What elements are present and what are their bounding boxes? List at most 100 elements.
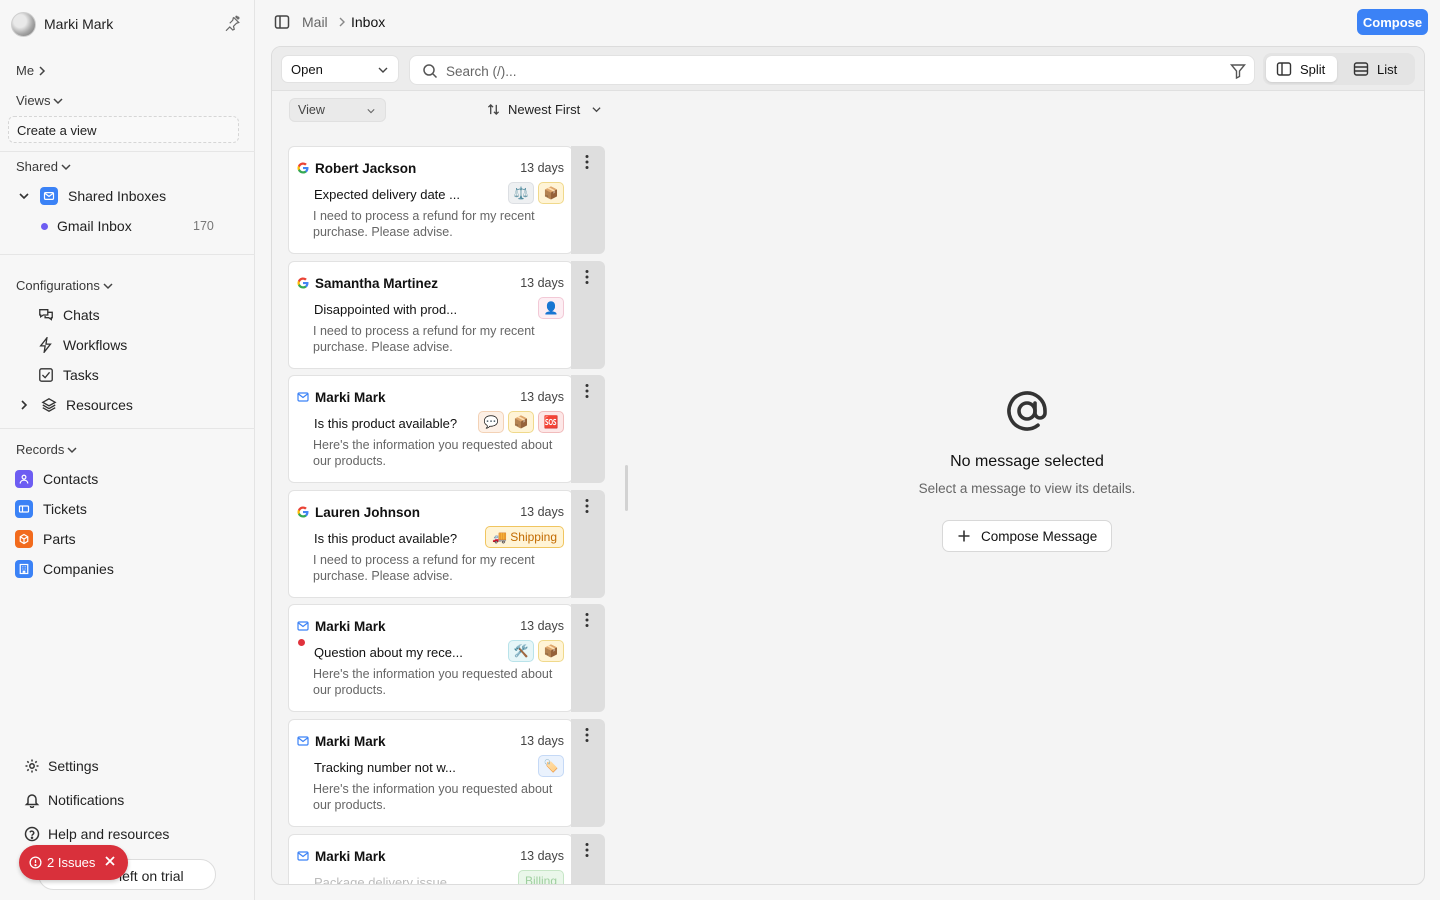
mail-icon — [297, 392, 309, 402]
sos-icon[interactable]: 🆘 — [538, 411, 564, 433]
compose-message-button[interactable]: Compose Message — [942, 520, 1112, 552]
sidebar-item-contacts[interactable]: Contacts — [15, 470, 98, 488]
shared-section[interactable]: Shared — [16, 159, 71, 174]
message-preview: Here's the information you requested abo… — [313, 782, 553, 812]
sidebar-item-gmail-inbox[interactable]: Gmail Inbox 170 — [41, 218, 221, 234]
configurations-section[interactable]: Configurations — [16, 278, 113, 293]
sidebar-item-chats[interactable]: Chats — [37, 306, 100, 324]
message-age: 13 days — [520, 734, 564, 748]
message-card-body[interactable]: Samantha Martinez 13 days Disappointed w… — [288, 261, 573, 369]
chevron-down-icon — [367, 109, 375, 114]
message-card-body[interactable]: Marki Mark 13 days Is this product avail… — [288, 375, 573, 483]
more-vertical-icon[interactable] — [584, 154, 590, 170]
filter-icon[interactable] — [1230, 63, 1246, 79]
records-label: Records — [16, 442, 65, 457]
bell-icon — [24, 794, 40, 808]
split-resize-handle[interactable] — [625, 465, 628, 511]
settings-button[interactable]: Settings — [24, 758, 99, 774]
status-select-value: Open — [291, 62, 323, 77]
message-tags: ⚖️ 📦 — [508, 182, 564, 204]
me-section[interactable]: Me — [16, 63, 47, 78]
more-vertical-icon[interactable] — [584, 842, 590, 858]
message-subject: Tracking number not w... — [314, 760, 456, 775]
message-card[interactable]: Marki Mark 13 days Package delivery issu… — [288, 834, 606, 884]
sort-control[interactable]: Newest First — [487, 102, 601, 117]
shipping-tag[interactable]: 🚚 Shipping — [485, 526, 564, 548]
package-icon[interactable]: 📦 — [508, 411, 534, 433]
speech-bubble-icon[interactable]: 💬 — [478, 411, 504, 433]
message-card-body[interactable]: Marki Mark 13 days Tracking number not w… — [288, 719, 573, 827]
list-view-button[interactable]: List — [1343, 56, 1411, 82]
label-tag-icon[interactable]: 🏷️ — [538, 755, 564, 777]
message-card-body[interactable]: Lauren Johnson 13 days Is this product a… — [288, 490, 573, 598]
more-vertical-icon[interactable] — [584, 612, 590, 628]
compose-message-label: Compose Message — [981, 528, 1098, 544]
tools-icon[interactable]: 🛠️ — [508, 640, 534, 662]
message-subject: Expected delivery date ... — [314, 187, 460, 202]
message-age: 13 days — [520, 161, 564, 175]
message-age: 13 days — [520, 505, 564, 519]
help-label: Help and resources — [48, 826, 170, 842]
sidebar-item-workflows[interactable]: Workflows — [37, 336, 127, 354]
person-tag-icon[interactable]: 👤 — [538, 297, 564, 319]
message-card[interactable]: Samantha Martinez 13 days Disappointed w… — [288, 261, 606, 369]
status-select[interactable]: Open — [281, 55, 399, 83]
more-vertical-icon[interactable] — [584, 498, 590, 514]
sidebar-item-companies[interactable]: Companies — [15, 560, 114, 578]
sidebar-item-label: Tickets — [43, 501, 87, 517]
message-card-body[interactable]: Marki Mark 13 days Package delivery issu… — [288, 834, 573, 884]
more-vertical-icon[interactable] — [584, 383, 590, 399]
views-section[interactable]: Views — [16, 93, 63, 108]
at-sign-icon — [1007, 391, 1047, 431]
message-card[interactable]: Lauren Johnson 13 days Is this product a… — [288, 490, 606, 598]
more-vertical-icon[interactable] — [584, 269, 590, 285]
message-age: 13 days — [520, 276, 564, 290]
close-icon[interactable] — [104, 855, 116, 867]
empty-state-subtitle: Select a message to view its details. — [918, 481, 1136, 496]
scale-icon[interactable]: ⚖️ — [508, 182, 534, 204]
ticket-icon — [15, 500, 33, 518]
view-select[interactable]: View — [289, 98, 386, 122]
sidebar-item-tickets[interactable]: Tickets — [15, 500, 87, 518]
message-card[interactable]: Marki Mark 13 days Question about my rec… — [288, 604, 606, 712]
sidebar-item-resources[interactable]: Resources — [18, 396, 133, 414]
sidebar-toggle-icon[interactable] — [274, 14, 290, 30]
package-icon[interactable]: 📦 — [538, 640, 564, 662]
sidebar-item-label: Workflows — [63, 337, 128, 353]
help-icon — [24, 826, 40, 842]
settings-label: Settings — [48, 758, 99, 774]
panel-toolbar: Open Search (/)... Split List — [272, 47, 1424, 91]
chevron-down-icon[interactable] — [18, 190, 30, 202]
inbox-color-dot — [41, 222, 48, 230]
message-card[interactable]: Marki Mark 13 days Is this product avail… — [288, 375, 606, 483]
sidebar-item-parts[interactable]: Parts — [15, 530, 76, 548]
help-button[interactable]: Help and resources — [24, 826, 169, 842]
message-card-body[interactable]: Marki Mark 13 days Question about my rec… — [288, 604, 573, 712]
user-menu[interactable]: Marki Mark — [11, 11, 243, 37]
breadcrumb-inbox: Inbox — [351, 14, 386, 30]
pin-icon[interactable] — [223, 15, 241, 33]
more-vertical-icon[interactable] — [584, 727, 590, 743]
message-card[interactable]: Marki Mark 13 days Tracking number not w… — [288, 719, 606, 827]
mail-panel: Open Search (/)... Split List View Newes… — [271, 46, 1425, 885]
create-view-button[interactable]: Create a view — [8, 116, 239, 143]
split-view-button[interactable]: Split — [1266, 56, 1337, 82]
sidebar-item-tasks[interactable]: Tasks — [37, 366, 99, 384]
split-icon — [1276, 62, 1292, 76]
sidebar-item-shared-inboxes[interactable]: Shared Inboxes — [18, 187, 166, 205]
message-card-body[interactable]: Robert Jackson 13 days Expected delivery… — [288, 146, 573, 254]
breadcrumb-mail[interactable]: Mail — [302, 14, 328, 30]
message-card[interactable]: Robert Jackson 13 days Expected delivery… — [288, 146, 606, 254]
mail-icon — [297, 851, 309, 861]
search-input[interactable]: Search (/)... — [409, 55, 1255, 85]
chevron-right-icon[interactable] — [18, 399, 30, 411]
compose-button[interactable]: Compose — [1357, 9, 1428, 35]
layers-icon — [40, 396, 58, 414]
records-section[interactable]: Records — [16, 442, 77, 457]
message-preview: I need to process a refund for my recent… — [313, 209, 535, 239]
chevron-down-icon — [53, 97, 63, 104]
package-icon[interactable]: 📦 — [538, 182, 564, 204]
billing-tag[interactable]: Billing — [517, 870, 564, 884]
notifications-button[interactable]: Notifications — [24, 792, 124, 808]
issues-badge[interactable]: 2 Issues — [19, 845, 128, 880]
